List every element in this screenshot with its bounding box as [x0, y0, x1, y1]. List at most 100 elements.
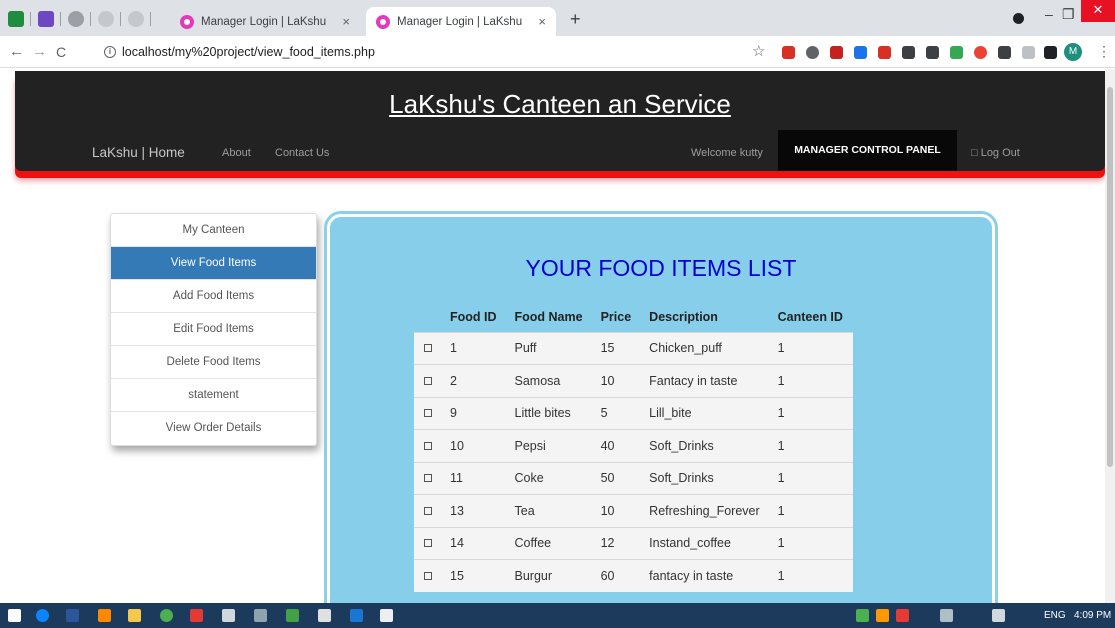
taskbar-clock[interactable]: 4:09 PM — [1074, 610, 1111, 621]
row-checkbox-cell — [414, 396, 442, 430]
extension-icon[interactable] — [974, 46, 987, 59]
back-arrow-icon[interactable]: ← — [9, 43, 24, 60]
browser-menu-icon[interactable]: ⋮ — [1097, 43, 1111, 60]
profile-status-icon[interactable] — [1013, 13, 1024, 24]
scrollbar-thumb[interactable] — [1107, 87, 1113, 467]
row-checkbox[interactable] — [424, 474, 432, 483]
row-checkbox[interactable] — [424, 344, 432, 353]
extension-icon[interactable] — [782, 46, 795, 59]
word-icon[interactable] — [66, 609, 79, 622]
site-info-icon[interactable]: i — [104, 46, 116, 58]
nav-home-link[interactable]: LaKshu | Home — [92, 145, 185, 160]
food-items-panel: YOUR FOOD ITEMS LIST Food ID Food Name P… — [324, 211, 998, 603]
nav-contact-link[interactable]: Contact Us — [275, 147, 329, 159]
table-cell: 15 — [592, 331, 642, 365]
logout-link[interactable]: □ Log Out — [971, 147, 1020, 159]
page-scrollbar[interactable] — [1105, 69, 1115, 603]
site-title[interactable]: LaKshu's Canteen an Service — [15, 89, 1105, 120]
reload-icon[interactable]: C — [56, 44, 66, 60]
welcome-text: Welcome kutty — [691, 147, 763, 159]
table-cell: Little bites — [506, 396, 593, 430]
forward-arrow-icon[interactable]: → — [32, 43, 47, 60]
table-cell: 1 — [769, 331, 853, 365]
table-row: 1 Puff 15 Chicken_puff 1 — [414, 331, 853, 365]
column-header: Price — [600, 309, 632, 324]
app-icon[interactable] — [318, 609, 331, 622]
pinned-tab-globe-icon[interactable] — [128, 11, 144, 27]
sidebar-item-my-canteen[interactable]: My Canteen — [111, 214, 316, 247]
site-favicon-icon — [180, 14, 194, 29]
nav-about-link[interactable]: About — [222, 147, 251, 159]
row-checkbox[interactable] — [424, 506, 432, 515]
browser-tab-manager-login-active[interactable]: Manager Login | LaKshu × — [366, 7, 556, 36]
sidebar-item-statement[interactable]: statement — [111, 379, 316, 412]
extension-icon[interactable] — [950, 46, 963, 59]
extension-icon[interactable] — [902, 46, 915, 59]
row-checkbox[interactable] — [424, 572, 432, 580]
food-items-table: Food ID Food Name Price Description Cant… — [414, 302, 853, 592]
sidebar-item-add-food-items[interactable]: Add Food Items — [111, 280, 316, 313]
close-tab-icon[interactable]: × — [538, 14, 546, 29]
column-header: Food ID — [450, 309, 497, 324]
table-cell: 1 — [769, 494, 853, 527]
row-checkbox[interactable] — [424, 409, 432, 418]
tray-icon[interactable] — [896, 609, 909, 622]
row-checkbox[interactable] — [424, 441, 432, 450]
extension-icon[interactable] — [878, 46, 891, 59]
row-checkbox[interactable] — [424, 539, 432, 548]
sidebar-item-edit-food-items[interactable]: Edit Food Items — [111, 313, 316, 346]
pinned-tab-globe-icon[interactable] — [98, 11, 114, 27]
app-icon[interactable] — [254, 609, 267, 622]
extension-icon[interactable] — [830, 46, 843, 59]
table-cell: 1 — [769, 396, 853, 430]
app-icon[interactable] — [190, 609, 203, 622]
vlc-icon[interactable] — [98, 609, 111, 622]
bookmark-star-icon[interactable]: ☆ — [752, 42, 765, 60]
app-icon[interactable] — [222, 609, 235, 622]
start-windows-icon[interactable] — [8, 609, 21, 622]
tab-separator — [90, 12, 91, 26]
chrome-icon[interactable] — [160, 609, 173, 622]
pinned-tab-sheets-icon[interactable] — [8, 11, 24, 27]
extensions-puzzle-icon[interactable] — [1044, 46, 1057, 59]
minimize-window-icon[interactable]: – — [1045, 6, 1053, 22]
profile-avatar[interactable]: M — [1064, 43, 1082, 61]
row-checkbox-cell — [414, 461, 442, 495]
sidebar-item-view-order-details[interactable]: View Order Details — [111, 412, 316, 445]
table-row: 13 Tea 10 Refreshing_Forever 1 — [414, 494, 853, 527]
table-row: 2 Samosa 10 Fantacy in taste 1 — [414, 364, 853, 397]
table-cell: Tea — [506, 494, 593, 527]
site-header: LaKshu's Canteen an Service LaKshu | Hom… — [15, 71, 1105, 171]
extension-icon[interactable] — [926, 46, 939, 59]
language-indicator[interactable]: ENG — [1044, 610, 1066, 621]
table-cell: Coffee — [506, 526, 593, 560]
column-header: Food Name — [514, 309, 583, 324]
extension-icon[interactable] — [1022, 46, 1035, 59]
network-icon[interactable] — [940, 609, 953, 622]
row-checkbox[interactable] — [424, 376, 432, 385]
tray-icon[interactable] — [876, 609, 889, 622]
pinned-tab-tasks-icon[interactable] — [38, 11, 54, 27]
app-icon[interactable] — [286, 609, 299, 622]
browser-tab-manager-login[interactable]: Manager Login | LaKshu × — [170, 7, 360, 36]
app-icon[interactable] — [350, 609, 363, 622]
pinned-tab-globe-icon[interactable] — [68, 11, 84, 27]
app-icon[interactable] — [380, 609, 393, 622]
extension-icon[interactable] — [854, 46, 867, 59]
table-cell: Samosa — [506, 364, 593, 397]
extension-icon[interactable] — [806, 46, 819, 59]
table-cell: 1 — [442, 331, 507, 365]
sidebar-item-view-food-items[interactable]: View Food Items — [111, 247, 316, 280]
extension-icon[interactable] — [998, 46, 1011, 59]
sidebar-item-delete-food-items[interactable]: Delete Food Items — [111, 346, 316, 379]
address-bar-url[interactable]: localhost/my%20project/view_food_items.p… — [122, 45, 375, 59]
manager-control-panel-link[interactable]: MANAGER CONTROL PANEL — [778, 130, 957, 171]
edge-browser-icon[interactable] — [36, 609, 49, 622]
volume-icon[interactable] — [992, 609, 1005, 622]
new-tab-button[interactable]: + — [570, 9, 581, 30]
close-tab-icon[interactable]: × — [342, 14, 350, 29]
file-explorer-icon[interactable] — [128, 609, 141, 622]
close-window-button[interactable]: ✕ — [1081, 0, 1115, 22]
tray-icon[interactable] — [856, 609, 869, 622]
restore-window-icon[interactable]: ❐ — [1062, 6, 1075, 23]
